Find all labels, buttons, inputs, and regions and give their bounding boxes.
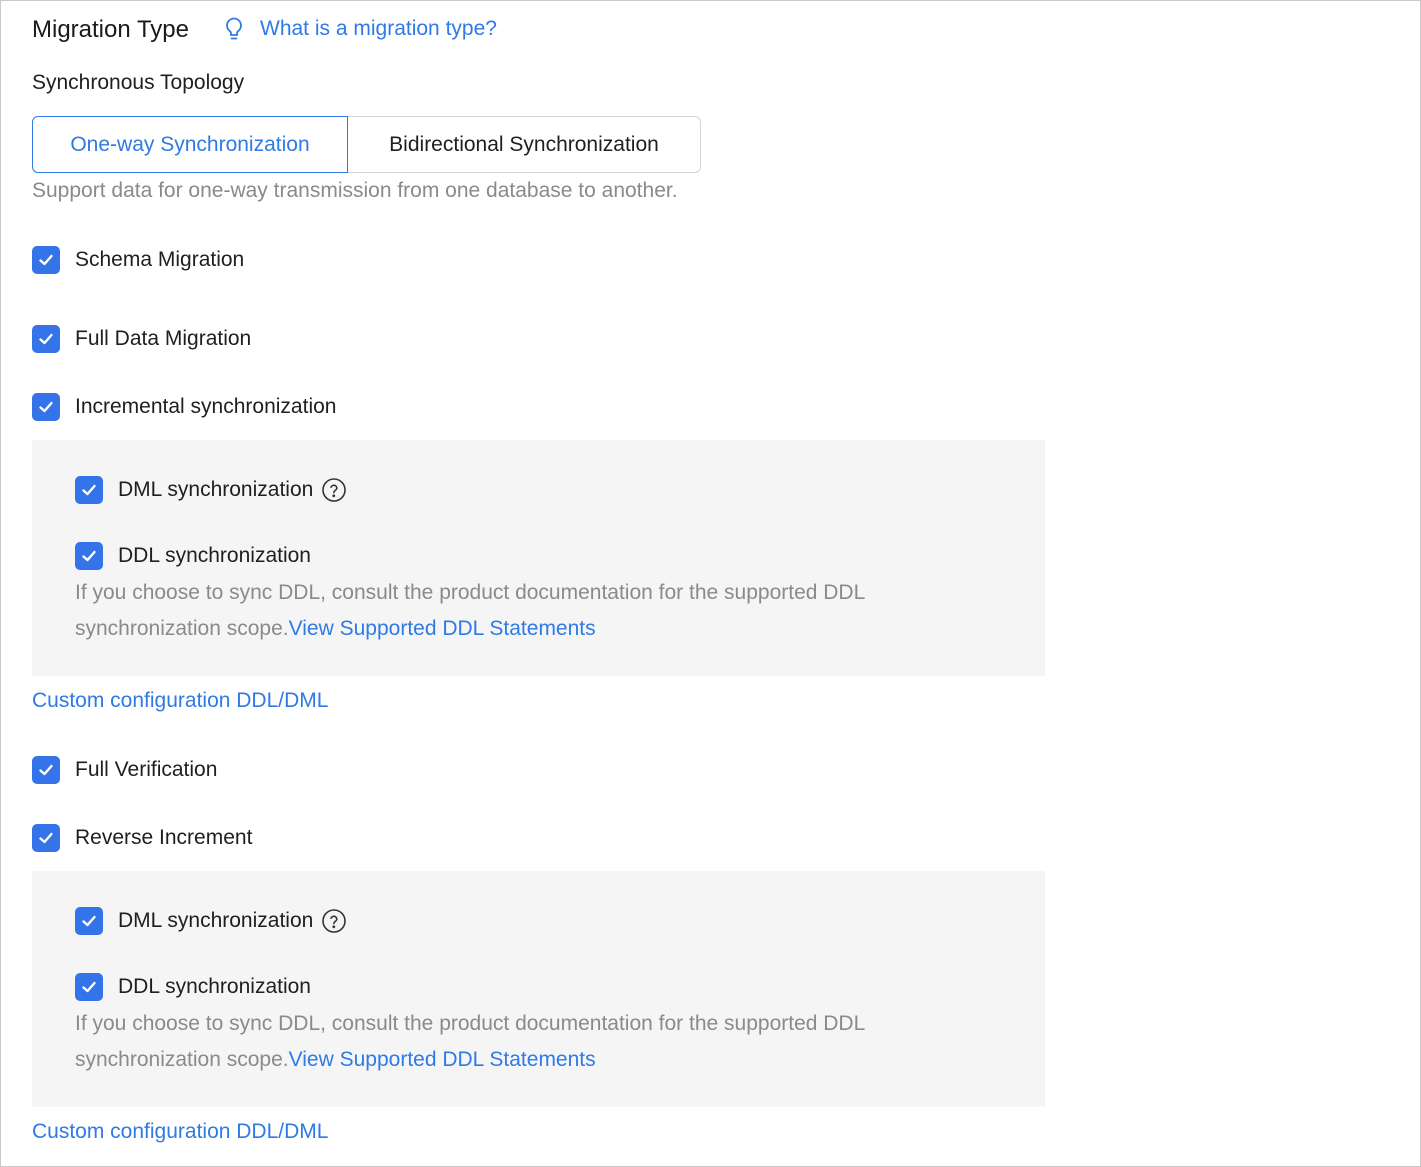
view-supported-ddl-link[interactable]: View Supported DDL Statements: [289, 1048, 596, 1071]
lightbulb-icon: [226, 17, 242, 40]
section-title: Migration Type: [32, 16, 189, 43]
incremental-sync-checkbox[interactable]: [32, 393, 60, 421]
reverse-ddl-checkbox[interactable]: [75, 973, 103, 1001]
what-is-migration-type-link[interactable]: What is a migration type?: [260, 15, 497, 43]
full-data-migration-label: Full Data Migration: [75, 327, 252, 350]
checkmark-icon: [39, 832, 53, 844]
topology-label: Synchronous Topology: [32, 71, 245, 94]
reverse-ddl-label: DDL synchronization: [118, 975, 311, 998]
bidirectional-sync-option[interactable]: Bidirectional Synchronization: [348, 116, 701, 173]
reverse-ddl-hint: If you choose to sync DDL, consult the p…: [75, 1006, 975, 1078]
full-verification-label: Full Verification: [75, 758, 218, 781]
topology-segmented-control: One-way Synchronization Bidirectional Sy…: [32, 116, 701, 173]
incremental-dml-option[interactable]: DML synchronization: [75, 476, 347, 504]
checkmark-icon: [82, 915, 96, 927]
reverse-ddl-option[interactable]: DDL synchronization: [75, 973, 311, 1001]
reverse-increment-checkbox[interactable]: [32, 824, 60, 852]
incremental-sync-option[interactable]: Incremental synchronization: [32, 393, 336, 421]
one-way-sync-option[interactable]: One-way Synchronization: [32, 116, 348, 173]
schema-migration-label: Schema Migration: [75, 248, 245, 271]
reverse-dml-label: DML synchronization: [118, 909, 314, 932]
incremental-ddl-option[interactable]: DDL synchronization: [75, 542, 311, 570]
incremental-dml-label: DML synchronization: [118, 478, 314, 501]
view-supported-ddl-link[interactable]: View Supported DDL Statements: [289, 617, 596, 640]
checkmark-icon: [39, 254, 53, 266]
reverse-increment-label: Reverse Increment: [75, 826, 253, 849]
custom-config-ddl-dml-link[interactable]: Custom configuration DDL/DML: [32, 1118, 328, 1146]
topology-description: Support data for one-way transmission fr…: [32, 179, 678, 202]
incremental-sync-label: Incremental synchronization: [75, 395, 337, 418]
full-data-migration-option[interactable]: Full Data Migration: [32, 325, 251, 353]
schema-migration-option[interactable]: Schema Migration: [32, 246, 244, 274]
checkmark-icon: [39, 764, 53, 776]
incremental-dml-checkbox[interactable]: [75, 476, 103, 504]
reverse-dml-checkbox[interactable]: [75, 907, 103, 935]
incremental-ddl-hint: If you choose to sync DDL, consult the p…: [75, 575, 975, 647]
incremental-ddl-checkbox[interactable]: [75, 542, 103, 570]
migration-type-form: Migration Type What is a migration type?…: [0, 0, 1421, 1167]
checkmark-icon: [39, 333, 53, 345]
question-circle-icon[interactable]: [321, 477, 347, 503]
full-verification-option[interactable]: Full Verification: [32, 756, 217, 784]
reverse-increment-subpanel: DML synchronization DDL synchronization …: [32, 871, 1045, 1107]
checkmark-icon: [82, 981, 96, 993]
question-circle-icon[interactable]: [321, 908, 347, 934]
full-data-migration-checkbox[interactable]: [32, 325, 60, 353]
incremental-sync-subpanel: DML synchronization DDL synchronization …: [32, 440, 1045, 676]
reverse-dml-option[interactable]: DML synchronization: [75, 907, 347, 935]
checkmark-icon: [82, 550, 96, 562]
full-verification-checkbox[interactable]: [32, 756, 60, 784]
custom-config-ddl-dml-link[interactable]: Custom configuration DDL/DML: [32, 687, 328, 715]
schema-migration-checkbox[interactable]: [32, 246, 60, 274]
checkmark-icon: [82, 484, 96, 496]
checkmark-icon: [39, 401, 53, 413]
incremental-ddl-label: DDL synchronization: [118, 544, 311, 567]
reverse-increment-option[interactable]: Reverse Increment: [32, 824, 252, 852]
